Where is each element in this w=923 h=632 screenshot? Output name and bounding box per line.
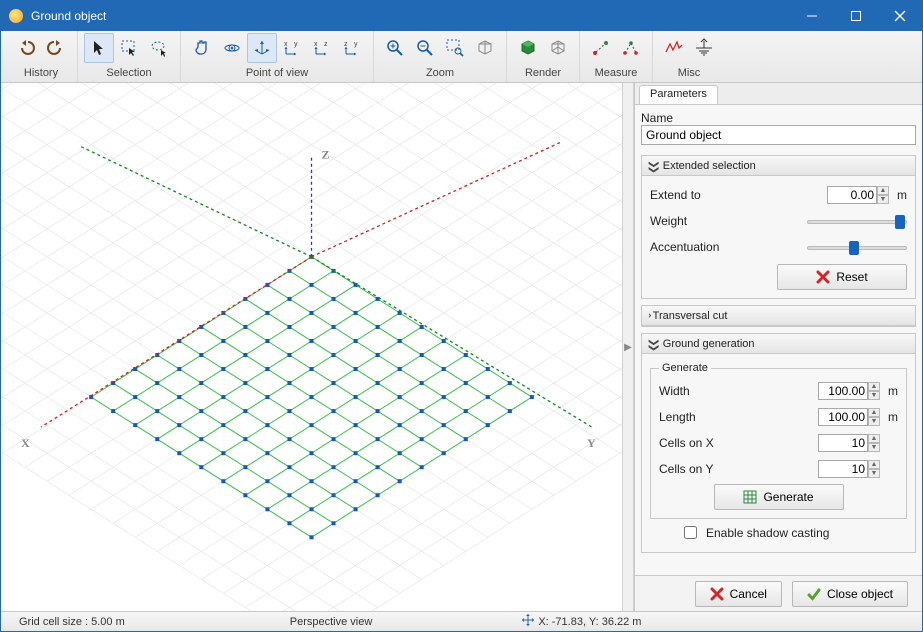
chevron-down-icon: ❯❯ bbox=[648, 338, 659, 349]
group-label-pov: Point of view bbox=[246, 67, 308, 79]
length-spinner[interactable]: ▲▼ bbox=[868, 408, 880, 426]
footer: Cancel Close object bbox=[635, 575, 922, 611]
group-label-zoom: Zoom bbox=[426, 67, 454, 79]
cellsx-input[interactable] bbox=[818, 434, 868, 452]
view-xy-button[interactable]: xy bbox=[277, 33, 307, 63]
extend-to-input[interactable] bbox=[827, 186, 877, 204]
section-extended: ❯❯Extended selection Extend to ▲▼ m Weig… bbox=[641, 155, 916, 299]
svg-text:x: x bbox=[284, 41, 288, 48]
check-icon bbox=[807, 587, 821, 601]
section-header-transversal[interactable]: ››Transversal cut bbox=[642, 306, 915, 326]
render-wire-button[interactable] bbox=[543, 33, 573, 63]
viewport-3d[interactable]: Z X Y bbox=[1, 83, 622, 611]
status-bar: Grid cell size : 5.00 m Perspective view… bbox=[1, 611, 922, 631]
group-label-selection: Selection bbox=[106, 67, 151, 79]
cellsx-spinner[interactable]: ▲▼ bbox=[868, 434, 880, 452]
chevron-down-icon: ❯❯ bbox=[648, 160, 659, 171]
length-label: Length bbox=[659, 410, 818, 424]
side-panel: Parameters Name ❯❯Extended selection Ext… bbox=[634, 83, 922, 611]
group-label-render: Render bbox=[525, 67, 561, 79]
accent-slider[interactable] bbox=[807, 239, 907, 255]
width-label: Width bbox=[659, 384, 818, 398]
weight-slider[interactable] bbox=[807, 213, 907, 229]
measure-distance-button[interactable] bbox=[586, 33, 616, 63]
axis-z-label: Z bbox=[322, 148, 330, 162]
rect-select-tool[interactable] bbox=[114, 33, 144, 63]
width-input[interactable] bbox=[818, 382, 868, 400]
close-window-button[interactable] bbox=[878, 1, 922, 31]
misc-ground-button[interactable] bbox=[689, 33, 719, 63]
move-icon bbox=[522, 614, 534, 629]
render-shaded-button[interactable] bbox=[513, 33, 543, 63]
cellsy-label: Cells on Y bbox=[659, 462, 818, 476]
svg-text:z: z bbox=[324, 41, 328, 48]
shadow-label: Enable shadow casting bbox=[706, 526, 829, 540]
zoom-extents-button[interactable] bbox=[470, 33, 500, 63]
toolbar: History Selection xy xz zy Point of view… bbox=[1, 31, 922, 83]
section-header-generation[interactable]: ❯❯Ground generation bbox=[642, 334, 915, 354]
orbit-tool[interactable] bbox=[217, 33, 247, 63]
minimize-button[interactable] bbox=[790, 1, 834, 31]
section-transversal: ››Transversal cut bbox=[641, 305, 916, 327]
axis-x-label: X bbox=[21, 436, 30, 450]
undo-button[interactable] bbox=[11, 33, 41, 63]
chevron-right-icon: ›› bbox=[648, 310, 649, 321]
view-xz-button[interactable]: xz bbox=[307, 33, 337, 63]
width-spinner[interactable]: ▲▼ bbox=[868, 382, 880, 400]
status-coords: X: -71.83, Y: 36.22 m bbox=[538, 616, 641, 628]
pointer-tool[interactable] bbox=[84, 33, 114, 63]
zoom-window-button[interactable] bbox=[440, 33, 470, 63]
name-label: Name bbox=[641, 111, 916, 125]
grid-icon bbox=[743, 490, 757, 504]
svg-text:y: y bbox=[354, 41, 358, 48]
svg-text:z: z bbox=[344, 41, 348, 48]
section-generation: ❯❯Ground generation Generate Width ▲▼ m … bbox=[641, 333, 916, 553]
length-input[interactable] bbox=[818, 408, 868, 426]
cellsy-input[interactable] bbox=[818, 460, 868, 478]
group-label-measure: Measure bbox=[595, 67, 638, 79]
zoom-in-button[interactable] bbox=[380, 33, 410, 63]
accent-label: Accentuation bbox=[650, 240, 807, 254]
window-title: Ground object bbox=[31, 9, 790, 23]
shadow-checkbox[interactable] bbox=[684, 526, 697, 539]
name-input[interactable] bbox=[641, 125, 916, 145]
generate-button[interactable]: Generate bbox=[714, 484, 844, 510]
svg-text:y: y bbox=[294, 41, 298, 48]
svg-text:x: x bbox=[314, 41, 318, 48]
extend-to-unit: m bbox=[893, 188, 907, 202]
maximize-button[interactable] bbox=[834, 1, 878, 31]
splitter-handle[interactable]: ▶ bbox=[622, 83, 634, 611]
pan-tool[interactable] bbox=[187, 33, 217, 63]
status-view-mode: Perspective view bbox=[280, 616, 383, 628]
reset-button[interactable]: Reset bbox=[777, 264, 907, 290]
extend-to-label: Extend to bbox=[650, 188, 827, 202]
tab-parameters[interactable]: Parameters bbox=[639, 85, 718, 104]
cancel-button[interactable]: Cancel bbox=[695, 581, 782, 607]
misc-wave-button[interactable] bbox=[659, 33, 689, 63]
lasso-select-tool[interactable] bbox=[144, 33, 174, 63]
x-icon bbox=[816, 270, 830, 284]
axes-view-tool[interactable] bbox=[247, 33, 277, 63]
cellsx-label: Cells on X bbox=[659, 436, 818, 450]
axis-y-label: Y bbox=[587, 436, 596, 450]
group-label-history: History bbox=[24, 67, 58, 79]
weight-label: Weight bbox=[650, 214, 807, 228]
generate-legend: Generate bbox=[659, 362, 711, 374]
extend-to-spinner[interactable]: ▲▼ bbox=[877, 186, 889, 204]
zoom-out-button[interactable] bbox=[410, 33, 440, 63]
status-grid-size: Grid cell size : 5.00 m bbox=[9, 616, 135, 628]
cellsy-spinner[interactable]: ▲▼ bbox=[868, 460, 880, 478]
x-icon bbox=[710, 587, 724, 601]
close-object-button[interactable]: Close object bbox=[792, 581, 908, 607]
measure-angle-button[interactable] bbox=[616, 33, 646, 63]
view-zy-button[interactable]: zy bbox=[337, 33, 367, 63]
app-icon bbox=[9, 9, 23, 23]
group-label-misc: Misc bbox=[678, 67, 701, 79]
title-bar: Ground object bbox=[1, 1, 922, 31]
section-header-extended[interactable]: ❯❯Extended selection bbox=[642, 156, 915, 176]
redo-button[interactable] bbox=[41, 33, 71, 63]
